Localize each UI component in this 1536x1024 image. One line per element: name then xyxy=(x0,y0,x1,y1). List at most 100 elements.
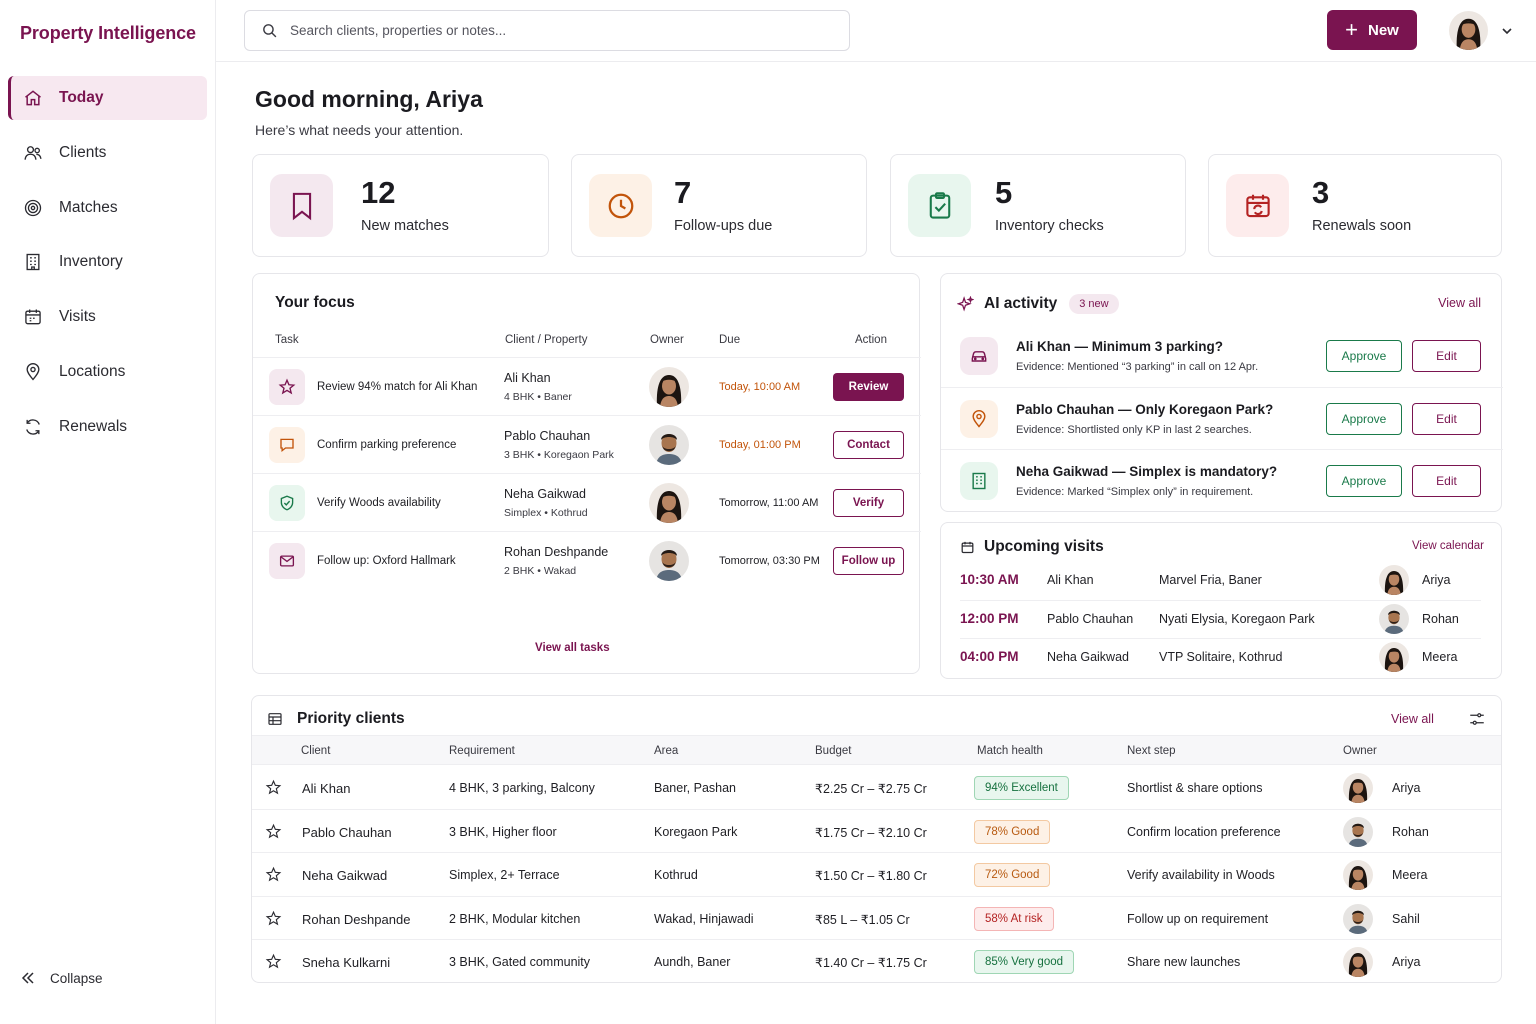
ai-suggestion-title: Neha Gaikwad — Simplex is mandatory? xyxy=(1016,464,1278,479)
ai-view-all-link[interactable]: View all xyxy=(1438,296,1481,310)
visit-owner: Meera xyxy=(1422,650,1458,664)
approve-button[interactable]: Approve xyxy=(1326,465,1402,497)
visit-place: VTP Solitaire, Kothrud xyxy=(1159,650,1283,664)
search-box[interactable] xyxy=(244,10,850,51)
client-name[interactable]: Neha Gaikwad xyxy=(302,868,387,883)
star-icon[interactable] xyxy=(265,779,282,796)
column-header: Area xyxy=(654,745,679,757)
stat-card-renewals[interactable]: 3 Renewals soon xyxy=(1208,154,1502,257)
table-body: Ali Khan 4 BHK, 3 parking, Balcony Baner… xyxy=(252,766,1501,983)
upcoming-visits-card: Upcoming visits View calendar 10:30 AM A… xyxy=(940,522,1502,679)
double-chevron-left-icon xyxy=(20,970,36,986)
avatar xyxy=(649,425,689,465)
user-menu[interactable] xyxy=(1449,11,1514,50)
client-name[interactable]: Pablo Chauhan xyxy=(302,825,392,840)
star-icon[interactable] xyxy=(265,910,282,927)
ai-activity-title: AI activity xyxy=(984,295,1058,312)
task-property: 3 BHK • Koregaon Park xyxy=(504,449,614,461)
collapse-button[interactable]: Collapse xyxy=(20,970,103,986)
filter-icon[interactable] xyxy=(1468,710,1486,728)
visit-row[interactable]: 10:30 AM Ali Khan Marvel Fria, Baner Ari… xyxy=(941,561,1503,599)
client-owner: Ariya xyxy=(1392,781,1421,795)
client-name[interactable]: Rohan Deshpande xyxy=(302,912,410,927)
view-calendar-link[interactable]: View calendar xyxy=(1412,540,1484,552)
table-row[interactable]: Pablo Chauhan 3 BHK, Higher floor Korega… xyxy=(252,810,1501,854)
task-client: Neha Gaikwad xyxy=(504,487,586,501)
table-row[interactable]: Sneha Kulkarni 3 BHK, Gated community Au… xyxy=(252,940,1501,984)
next-step: Shortlist & share options xyxy=(1127,781,1263,795)
column-header: Owner xyxy=(650,334,684,346)
task-property: Simplex • Kothrud xyxy=(504,507,588,519)
star-icon[interactable] xyxy=(265,823,282,840)
approve-button[interactable]: Approve xyxy=(1326,403,1402,435)
task-row[interactable]: Verify Woods availability Neha Gaikwad S… xyxy=(253,473,921,531)
stat-card-new-matches[interactable]: 12 New matches xyxy=(252,154,549,257)
approve-button[interactable]: Approve xyxy=(1326,340,1402,372)
sidebar-item-locations[interactable]: Locations xyxy=(8,350,207,394)
review-button[interactable]: Review xyxy=(833,373,904,401)
table-row[interactable]: Rohan Deshpande 2 BHK, Modular kitchen W… xyxy=(252,897,1501,941)
task-label: Confirm parking preference xyxy=(317,439,457,451)
edit-button[interactable]: Edit xyxy=(1412,403,1481,435)
column-header: Action xyxy=(855,334,887,346)
task-property: 4 BHK • Baner xyxy=(504,391,572,403)
star-icon[interactable] xyxy=(265,953,282,970)
task-client: Ali Khan xyxy=(504,371,551,385)
search-input[interactable] xyxy=(290,23,810,38)
visit-row[interactable]: 04:00 PM Neha Gaikwad VTP Solitaire, Kot… xyxy=(941,638,1503,676)
avatar xyxy=(1449,11,1488,50)
sidebar-item-visits[interactable]: Visits xyxy=(8,295,207,339)
new-button-label: New xyxy=(1368,21,1399,39)
view-all-tasks-link[interactable]: View all tasks xyxy=(535,642,610,654)
stat-label: New matches xyxy=(361,218,449,234)
client-name[interactable]: Ali Khan xyxy=(302,781,350,796)
priority-view-all-link[interactable]: View all xyxy=(1391,712,1434,726)
avatar xyxy=(1343,904,1373,934)
table-row[interactable]: Neha Gaikwad Simplex, 2+ Terrace Kothrud… xyxy=(252,853,1501,897)
stat-card-follow-ups[interactable]: 7 Follow-ups due xyxy=(571,154,867,257)
match-health-badge: 72% Good xyxy=(974,863,1051,888)
task-row[interactable]: Follow up: Oxford Hallmark Rohan Deshpan… xyxy=(253,531,921,589)
sidebar-item-today[interactable]: Today xyxy=(8,76,207,120)
avatar xyxy=(1343,817,1373,847)
new-button[interactable]: + New xyxy=(1327,10,1417,50)
verify-button[interactable]: Verify xyxy=(833,489,904,517)
task-row[interactable]: Confirm parking preference Pablo Chauhan… xyxy=(253,415,921,473)
star-icon[interactable] xyxy=(265,866,282,883)
match-health-badge: 94% Excellent xyxy=(974,776,1069,800)
column-header: Requirement xyxy=(449,745,515,757)
priority-clients-card: Priority clients View all Client Require… xyxy=(251,695,1502,983)
task-due: Today, 01:00 PM xyxy=(719,439,801,451)
sidebar-item-matches[interactable]: Matches xyxy=(8,186,207,230)
edit-button[interactable]: Edit xyxy=(1412,465,1481,497)
table-row[interactable]: Ali Khan 4 BHK, 3 parking, Balcony Baner… xyxy=(252,766,1501,810)
follow-up-button[interactable]: Follow up xyxy=(833,547,904,575)
avatar xyxy=(1343,773,1373,803)
task-row[interactable]: Review 94% match for Ali Khan Ali Khan 4… xyxy=(253,357,921,415)
calendar-icon xyxy=(22,306,44,328)
client-budget: ₹1.50 Cr – ₹1.80 Cr xyxy=(815,869,927,884)
column-header: Budget xyxy=(815,745,852,757)
sidebar-item-renewals[interactable]: Renewals xyxy=(8,405,207,449)
sidebar-item-label: Clients xyxy=(59,143,107,161)
sidebar: Property Intelligence Today Clients Matc… xyxy=(0,0,216,1024)
ai-suggestion-row: Neha Gaikwad — Simplex is mandatory? Evi… xyxy=(941,449,1503,511)
contact-button[interactable]: Contact xyxy=(833,431,904,459)
client-name[interactable]: Sneha Kulkarni xyxy=(302,955,390,970)
calendar-refresh-icon xyxy=(1226,174,1289,237)
edit-button[interactable]: Edit xyxy=(1412,340,1481,372)
stat-card-inventory-checks[interactable]: 5 Inventory checks xyxy=(890,154,1186,257)
sidebar-item-label: Today xyxy=(59,89,104,106)
sidebar-item-inventory[interactable]: Inventory xyxy=(8,240,207,284)
visit-row[interactable]: 12:00 PM Pablo Chauhan Nyati Elysia, Kor… xyxy=(941,600,1503,638)
sidebar-item-clients[interactable]: Clients xyxy=(8,131,207,175)
shield-check-icon xyxy=(269,485,305,521)
chat-icon xyxy=(269,427,305,463)
ai-suggestion-row: Pablo Chauhan — Only Koregaon Park? Evid… xyxy=(941,387,1503,449)
stat-value: 7 xyxy=(674,175,692,210)
chevron-down-icon xyxy=(1500,24,1514,38)
client-area: Wakad, Hinjawadi xyxy=(654,911,754,926)
task-label: Review 94% match for Ali Khan xyxy=(317,381,478,393)
brand-logo[interactable]: Property Intelligence xyxy=(20,23,196,44)
building-icon xyxy=(960,462,998,500)
